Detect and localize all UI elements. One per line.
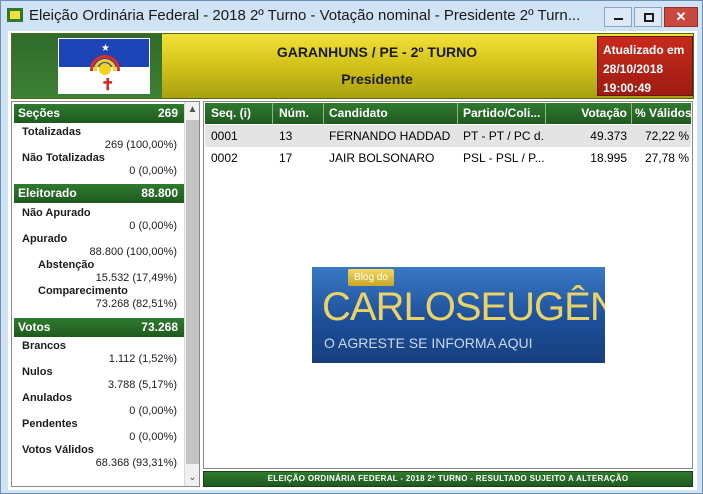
updated-box: Atualizado em 28/10/2018 19:00:49 — [597, 36, 693, 96]
col-partido[interactable]: Partido/Coli... — [463, 106, 543, 120]
cell-seq: 0001 — [211, 129, 238, 143]
cell-validos: 27,78 % — [644, 151, 689, 165]
app-window: Eleição Ordinária Federal - 2018 2º Turn… — [0, 0, 703, 494]
office-title: Presidente — [341, 71, 413, 87]
flag-frame: ★ ✝ — [12, 34, 162, 98]
nao-totalizadas-label: Não Totalizadas — [22, 152, 105, 164]
eleitorado-label: Eleitorado — [18, 186, 77, 200]
close-icon: ✕ — [675, 9, 687, 24]
summary-scrollbar[interactable]: ▲ ⌄ — [184, 102, 199, 486]
updated-date: 28/10/2018 — [603, 62, 664, 76]
updated-time: 19:00:49 — [603, 81, 652, 95]
window-title: Eleição Ordinária Federal - 2018 2º Turn… — [29, 7, 581, 24]
nulos-value: 3.788 (5,17%) — [107, 379, 177, 391]
nao-totalizadas-value: 0 (0,00%) — [129, 165, 177, 177]
cell-validos: 72,22 % — [644, 129, 689, 143]
col-candidato[interactable]: Candidato — [329, 106, 455, 120]
cell-votacao: 18.995 — [590, 151, 627, 165]
summary-panel[interactable]: Seções 269 Totalizadas 269 (100,00%) Não… — [11, 101, 200, 487]
footer-notice: ELEIÇÃO ORDINÁRIA FEDERAL - 2018 2º TURN… — [203, 471, 693, 487]
votos-value: 73.268 — [141, 320, 178, 334]
scroll-thumb[interactable] — [186, 120, 199, 464]
cell-seq: 0002 — [211, 151, 238, 165]
watermark-logo: Blog do CARLOSEUGÊNIO O AGRESTE SE INFOR… — [312, 267, 605, 363]
pendentes-value: 0 (0,00%) — [129, 431, 177, 443]
anulados-value: 0 (0,00%) — [129, 405, 177, 417]
col-seq[interactable]: Seq. (i) — [211, 106, 263, 120]
apurado-label: Apurado — [22, 233, 68, 245]
main-content: ★ ✝ GARANHUNS / PE - 2º TURNO Presidente… — [8, 31, 697, 490]
table-row[interactable]: 0001 13 FERNANDO HADDAD PT - PT / PC d..… — [205, 125, 691, 147]
maximize-button[interactable] — [634, 7, 662, 27]
table-row[interactable]: 0002 17 JAIR BOLSONARO PSL - PSL / P... … — [205, 147, 691, 169]
totalizadas-value: 269 (100,00%) — [104, 139, 177, 151]
totalizadas-label: Totalizadas — [22, 126, 82, 138]
eleitorado-value: 88.800 — [141, 186, 178, 200]
logo-name: CARLOSEUGÊNIO — [322, 285, 605, 329]
minimize-icon — [614, 18, 623, 20]
title-bar[interactable]: Eleição Ordinária Federal - 2018 2º Turn… — [1, 1, 702, 31]
nulos-label: Nulos — [22, 366, 53, 378]
votos-label: Votos — [18, 320, 51, 334]
votos-header: Votos 73.268 — [14, 318, 184, 337]
header-banner: ★ ✝ GARANHUNS / PE - 2º TURNO Presidente… — [11, 33, 694, 99]
table-header: Seq. (i) Núm. Candidato Partido/Coli... … — [205, 103, 691, 124]
secoes-header: Seções 269 — [14, 104, 184, 123]
cell-candidato: FERNANDO HADDAD — [329, 129, 451, 143]
apurado-value: 88.800 (100,00%) — [89, 246, 177, 258]
eleitorado-header: Eleitorado 88.800 — [14, 184, 184, 203]
maximize-icon — [644, 13, 654, 22]
city-title: GARANHUNS / PE - 2º TURNO — [276, 44, 478, 60]
cell-num: 17 — [279, 151, 293, 165]
cell-partido: PSL - PSL / P... — [463, 151, 545, 165]
logo-tag: Blog do — [348, 269, 394, 286]
comparecimento-value: 73.268 (82,51%) — [95, 298, 177, 310]
brancos-label: Brancos — [22, 340, 67, 352]
cell-votacao: 49.373 — [590, 129, 627, 143]
votos-validos-value: 68.368 (93,31%) — [95, 457, 177, 469]
col-num[interactable]: Núm. — [279, 106, 323, 120]
ballot-app-icon — [7, 8, 23, 22]
logo-slogan: O AGRESTE SE INFORMA AQUI — [324, 335, 533, 351]
col-votacao[interactable]: Votação — [551, 106, 627, 120]
pendentes-label: Pendentes — [22, 418, 78, 430]
cell-partido: PT - PT / PC d... — [463, 129, 545, 143]
pernambuco-flag-icon: ★ ✝ — [58, 38, 150, 94]
cell-num: 13 — [279, 129, 293, 143]
scroll-up-icon[interactable]: ▲ — [185, 102, 199, 118]
scroll-down-icon[interactable]: ⌄ — [185, 470, 199, 486]
minimize-button[interactable] — [604, 7, 632, 27]
abstencao-value: 15.532 (17,49%) — [95, 272, 177, 284]
brancos-value: 1.112 (1,52%) — [108, 353, 177, 365]
cell-candidato: JAIR BOLSONARO — [329, 151, 435, 165]
nao-apurado-label: Não Apurado — [22, 207, 91, 219]
updated-label: Atualizado em — [603, 43, 685, 57]
nao-apurado-value: 0 (0,00%) — [129, 220, 177, 232]
abstencao-label: Abstenção — [38, 259, 95, 271]
comparecimento-label: Comparecimento — [38, 285, 128, 297]
secoes-value: 269 — [157, 106, 178, 120]
close-button[interactable]: ✕ — [664, 7, 698, 27]
votos-validos-label: Votos Válidos — [22, 444, 94, 456]
col-validos[interactable]: % Válidos — [635, 106, 691, 120]
secoes-label: Seções — [18, 106, 61, 120]
anulados-label: Anulados — [22, 392, 73, 404]
